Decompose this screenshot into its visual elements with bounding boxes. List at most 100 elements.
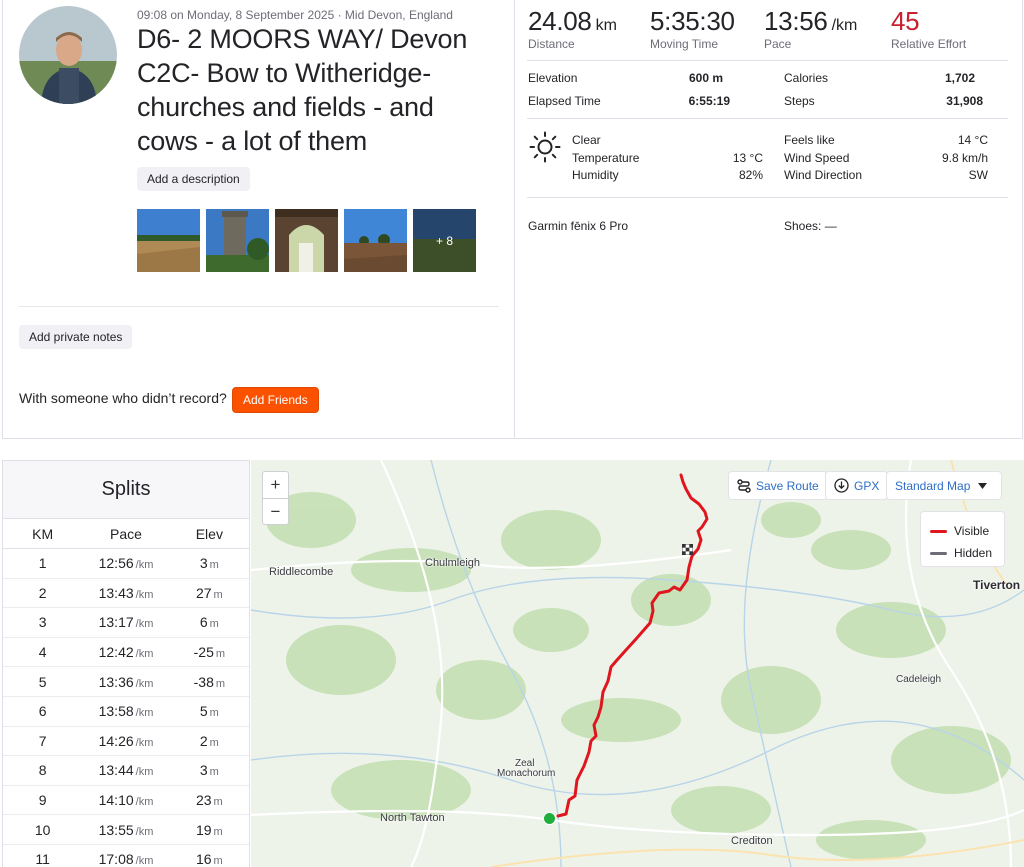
add-description-button[interactable]: Add a description — [137, 167, 250, 191]
zoom-control: + − — [262, 471, 289, 525]
split-row[interactable]: 1 12:56/km 3 m — [3, 549, 249, 579]
split-elev-unit: m — [209, 618, 219, 631]
split-elev: -25 m — [170, 644, 249, 660]
activity-stats: 24.08 km Distance 5:35:30 Moving Time 13:… — [515, 0, 1023, 438]
split-pace: 13:36/km — [82, 674, 169, 690]
split-elev-value: -25 — [193, 644, 214, 661]
split-row[interactable]: 3 13:17/km 6 m — [3, 608, 249, 638]
gpx-label: GPX — [854, 478, 880, 493]
gpx-button[interactable]: GPX — [826, 472, 888, 499]
pace-value: 13:56 — [764, 6, 828, 36]
split-pace: 14:10/km — [82, 792, 169, 808]
split-km: 4 — [38, 644, 47, 661]
split-pace-value: 13:55 — [98, 821, 134, 838]
split-pace-value: 13:17 — [98, 614, 134, 631]
stat-moving-time: 5:35:30 Moving Time — [650, 6, 735, 51]
split-pace: 13:44/km — [82, 762, 169, 778]
add-friends-button[interactable]: Add Friends — [232, 387, 319, 413]
split-km: 6 — [38, 703, 47, 720]
split-elev-unit: m — [209, 766, 219, 779]
split-pace-unit: /km — [135, 736, 154, 749]
split-elev-unit: m — [213, 588, 223, 601]
split-row[interactable]: 8 13:44/km 3 m — [3, 756, 249, 786]
steps-value: 31,908 — [946, 94, 983, 108]
humidity-value: 82% — [738, 168, 763, 182]
route-map[interactable]: Riddlecombe Chulmleigh Tiverton Cadeleig… — [251, 460, 1024, 867]
distance-label: Distance — [528, 37, 575, 51]
split-row[interactable]: 2 13:43/km 27 m — [3, 579, 249, 609]
place-label: Riddlecombe — [269, 566, 334, 578]
split-km: 8 — [38, 762, 47, 779]
split-row[interactable]: 7 14:26/km 2 m — [3, 727, 249, 757]
zoom-out-button[interactable]: − — [263, 498, 288, 524]
split-pace: 14:26/km — [82, 733, 169, 749]
split-pace: 17:08/km — [82, 851, 169, 867]
split-elev-value: 6 — [199, 614, 208, 631]
split-elev: 5m — [170, 703, 249, 719]
photo-thumbnail[interactable] — [137, 209, 200, 272]
split-km: 10 — [34, 821, 51, 838]
map-background — [251, 460, 1024, 867]
split-row[interactable]: 5 13:36/km -38 m — [3, 667, 249, 697]
photo-thumbnail[interactable] — [275, 209, 338, 272]
legend-hidden-label: Hidden — [954, 546, 993, 560]
zoom-in-button[interactable]: + — [263, 472, 288, 498]
elapsed-time-label: Elapsed Time — [528, 94, 601, 108]
wind-speed-value: 9.8 km/h — [941, 151, 988, 165]
distance-value: 24.08 — [528, 6, 592, 36]
split-pace-value: 12:42 — [98, 644, 134, 661]
download-icon — [834, 478, 849, 493]
split-elev: 3m — [170, 555, 249, 571]
divider — [527, 197, 1008, 198]
split-pace-value: 13:58 — [98, 703, 134, 720]
split-pace-unit: /km — [135, 825, 154, 838]
elevation-label: Elevation — [528, 71, 578, 85]
photo-thumbnail[interactable] — [344, 209, 407, 272]
header-km: KM — [32, 525, 54, 542]
stat-relative-effort[interactable]: 45 Relative Effort — [891, 6, 966, 51]
stat-pace: 13:56/km Pace — [764, 6, 857, 51]
split-elev-value: 23 — [195, 792, 212, 809]
split-pace-value: 13:43 — [98, 584, 134, 601]
place-label: Tiverton — [973, 578, 1021, 592]
photo-thumbnail-more[interactable]: + 8 — [413, 209, 476, 272]
legend-visible-label: Visible — [954, 524, 990, 538]
humidity-label: Humidity — [572, 168, 619, 182]
split-pace-unit: /km — [135, 648, 154, 661]
split-elev-unit: m — [209, 736, 219, 749]
map-style-dropdown[interactable]: Standard Map — [887, 472, 1001, 499]
split-row[interactable]: 4 12:42/km -25 m — [3, 638, 249, 668]
split-elev-unit: m — [213, 855, 223, 867]
split-pace: 12:56/km — [82, 555, 169, 571]
wind-direction-value: SW — [968, 168, 988, 182]
split-row[interactable]: 11 17:08/km 16 m — [3, 845, 249, 867]
pace-label: Pace — [764, 37, 792, 51]
photo-thumbnail[interactable] — [206, 209, 269, 272]
split-row[interactable]: 10 13:55/km 19 m — [3, 815, 249, 845]
split-row[interactable]: 6 13:58/km 5 m — [3, 697, 249, 727]
place-label: Crediton — [731, 835, 773, 847]
header-pace: Pace — [110, 525, 142, 542]
split-row[interactable]: 9 14:10/km 23 m — [3, 786, 249, 816]
split-pace-value: 14:26 — [98, 732, 134, 749]
splits-header-row: KM Pace Elev — [3, 519, 249, 549]
save-route-button[interactable]: Save Route — [729, 472, 827, 499]
weather-condition: Clear — [572, 133, 601, 147]
split-elev-value: 19 — [195, 821, 212, 838]
split-pace: 13:58/km — [82, 703, 169, 719]
splits-table: Splits KM Pace Elev 1 12:56/km 3 m 2 13:43/km… — [2, 460, 250, 867]
split-elev-value: 2 — [199, 732, 208, 749]
split-elev: 6m — [170, 614, 249, 630]
activity-title: D6- 2 MOORS WAY/ Devon C2C- Bow to Withe… — [137, 24, 468, 156]
split-elev: 3m — [170, 762, 249, 778]
add-private-notes-button[interactable]: Add private notes — [19, 325, 133, 349]
start-marker-icon — [543, 812, 556, 825]
split-pace-value: 13:36 — [98, 673, 134, 690]
place-label: Chulmleigh — [425, 557, 481, 569]
athlete-avatar[interactable] — [19, 6, 117, 104]
photo-strip: + 8 — [137, 209, 476, 272]
divider — [19, 306, 499, 307]
activity-date-location: 09:08 on Monday, 8 September 2025 · Mid … — [137, 8, 453, 22]
split-pace-unit: /km — [135, 707, 154, 720]
split-elev-value: 16 — [195, 851, 212, 867]
